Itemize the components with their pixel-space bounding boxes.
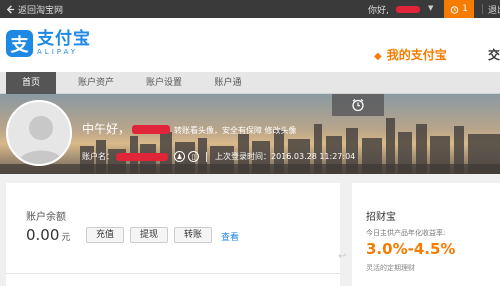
logo-text-en: ALIPAY bbox=[37, 48, 79, 56]
last-login-time: 上次登录时间：2016.03.28 11:27:04 bbox=[215, 152, 356, 161]
back-to-taobao-link[interactable]: 返回淘宝网 bbox=[6, 3, 63, 16]
zhaocaibao-panel: 招财宝 今日主供产品年化收益率: 3.0%-4.5% 灵活的定期理财 bbox=[352, 183, 500, 286]
logout-link[interactable]: 退出 bbox=[488, 3, 500, 16]
back-arrow-icon bbox=[6, 5, 15, 14]
topbar-divider bbox=[482, 4, 483, 14]
topbar-greeting: 你好, bbox=[368, 6, 389, 16]
top-bar: 返回淘宝网 你好, ▼ 1 退出 bbox=[0, 0, 500, 18]
alarm-clock-button[interactable] bbox=[332, 94, 384, 116]
diamond-bullet-icon: ◆ bbox=[374, 51, 382, 62]
phone-bound-icon[interactable]: ▯ bbox=[188, 151, 199, 162]
redacted-name bbox=[132, 125, 171, 134]
tab-account-assets[interactable]: 账户资产 bbox=[66, 72, 126, 94]
avatar-tip-link[interactable]: 转账看头像，安全有保障 修改头像 bbox=[174, 126, 297, 135]
balance-title: 账户余额 bbox=[26, 212, 66, 223]
tab-home[interactable]: 首页 bbox=[6, 72, 56, 94]
zhaocaibao-rate[interactable]: 3.0%-4.5% bbox=[366, 240, 455, 258]
avatar[interactable] bbox=[6, 100, 72, 166]
my-alipay-label: 我的支付宝 bbox=[386, 48, 447, 62]
main-nav: 首页 账户资产 账户设置 账户通 bbox=[0, 72, 500, 94]
zhaocaibao-desc: 今日主供产品年化收益率: bbox=[366, 229, 446, 237]
tab-account-settings[interactable]: 账户设置 bbox=[134, 72, 194, 94]
identity-verified-icon[interactable]: ♟ bbox=[174, 151, 185, 162]
panel-divider bbox=[6, 273, 340, 274]
my-alipay-nav[interactable]: ◆ 我的支付宝 bbox=[374, 46, 447, 63]
header-nav-trade[interactable]: 交 bbox=[488, 46, 500, 63]
redacted-username bbox=[396, 6, 420, 13]
header: 支 支付宝 ALIPAY ◆ 我的支付宝 交 bbox=[0, 18, 500, 72]
account-name-label: 账户名： bbox=[82, 152, 114, 161]
alipay-logo-icon: 支 bbox=[6, 30, 33, 57]
account-divider bbox=[206, 151, 207, 162]
balance-unit: 元 bbox=[61, 233, 71, 243]
alarm-clock-icon bbox=[450, 5, 459, 14]
view-link[interactable]: 查看 bbox=[221, 230, 239, 243]
logo-text-cn: 支付宝 bbox=[37, 29, 91, 49]
corner-arrow-icon: ↩ bbox=[338, 251, 347, 262]
greeting-text: 中午好， bbox=[82, 122, 131, 136]
redacted-account-name bbox=[116, 152, 168, 161]
alarm-clock-icon bbox=[352, 99, 364, 112]
account-info-line: 账户名： ♟ ▯ 上次登录时间：2016.03.28 11:27:04 bbox=[82, 151, 355, 162]
zhaocaibao-note: 灵活的定期理财 bbox=[366, 264, 415, 272]
tab-account-link[interactable]: 账户通 bbox=[200, 72, 256, 94]
profile-banner: 中午好， 转账看头像，安全有保障 修改头像 账户名： ♟ ▯ 上次登录时间：201… bbox=[0, 94, 500, 174]
greeting-line: 中午好， 转账看头像，安全有保障 修改头像 bbox=[82, 120, 297, 137]
alarm-notification-button[interactable]: 1 bbox=[444, 0, 474, 18]
chevron-down-icon[interactable]: ▼ bbox=[428, 4, 433, 12]
zhaocaibao-title[interactable]: 招财宝 bbox=[366, 208, 396, 223]
balance-value: 0.00 bbox=[26, 226, 60, 244]
account-balance-panel: 账户余额 0.00 元 充值 提现 转账 查看 ↩ bbox=[6, 183, 346, 286]
balance-amount: 0.00 元 bbox=[26, 226, 70, 244]
alipay-logo[interactable]: 支 支付宝 ALIPAY bbox=[6, 30, 91, 57]
withdraw-button[interactable]: 提现 bbox=[130, 227, 168, 243]
recharge-button[interactable]: 充值 bbox=[86, 227, 124, 243]
transfer-button[interactable]: 转账 bbox=[174, 227, 212, 243]
back-to-taobao-label: 返回淘宝网 bbox=[18, 6, 64, 16]
alarm-count: 1 bbox=[462, 4, 468, 14]
